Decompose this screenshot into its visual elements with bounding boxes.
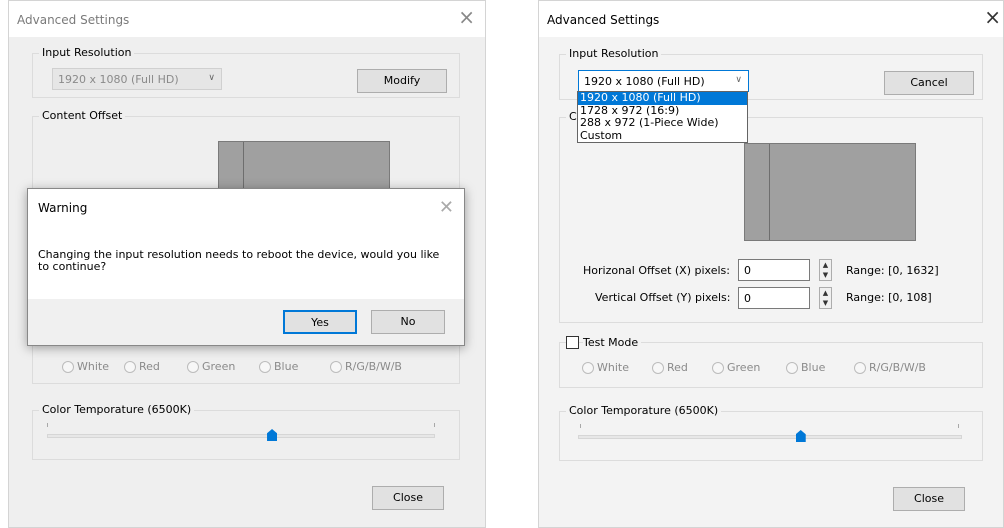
warning-message: Changing the input resolution needs to r… [38,248,440,273]
radio-icon [187,360,199,373]
right-color-temp-group: Color Temporature (6500K) [559,404,983,461]
right-window-title: Advanced Settings [547,13,660,27]
radio-icon [330,360,342,373]
horizontal-offset-stepper[interactable]: ▲ ▼ [819,259,832,281]
right-radio-blue[interactable]: Blue [786,361,825,374]
horizontal-offset-range: Range: [0, 1632] [846,264,939,277]
horizontal-offset-label: Horizonal Offset (X) pixels: [583,264,730,277]
radio-icon [582,361,594,374]
left-window-title: Advanced Settings [17,13,130,27]
right-input-resolution-label: Input Resolution [566,47,662,60]
left-resolution-value: 1920 x 1080 (Full HD) [58,73,179,86]
right-content-offset-group: Co Horizonal Offset (X) pixels: 0 ▲▼ Ran… [559,110,983,323]
vertical-offset-value: 0 [744,292,751,305]
spin-down-icon[interactable]: ▼ [820,270,831,280]
resolution-option[interactable]: 1920 x 1080 (Full HD) [578,91,747,105]
left-color-temp-track [47,434,435,438]
slider-tick-max [434,423,435,427]
radio-icon [124,360,136,373]
cancel-button[interactable]: Cancel [884,71,974,95]
right-radio-rgbwb[interactable]: R/G/B/W/B [854,361,926,374]
right-close-button[interactable]: Close [893,487,965,511]
radio-label: R/G/B/W/B [345,360,402,373]
left-radio-red[interactable]: Red [124,360,160,373]
left-color-temp-group: Color Temporature (6500K) [32,403,460,460]
test-mode-checkbox[interactable] [566,336,579,349]
radio-icon [712,361,724,374]
right-radio-white[interactable]: White [582,361,629,374]
left-radio-green[interactable]: Green [187,360,235,373]
vertical-offset-label: Vertical Offset (Y) pixels: [595,291,731,304]
left-color-temp-thumb[interactable] [267,429,278,441]
radio-label: White [77,360,109,373]
warning-footer: Yes No [28,299,464,345]
right-color-temp-track [578,435,962,439]
slider-tick-max [958,424,959,428]
vertical-offset-input[interactable]: 0 [738,287,810,309]
radio-label: Green [202,360,236,373]
test-mode-label: Test Mode [583,336,642,349]
radio-icon [854,361,866,374]
right-test-mode-group: Test Mode White Red Green Blue R/G/B/W/B [559,336,983,388]
radio-icon [652,361,664,374]
slider-tick-min [580,424,581,428]
resolution-option[interactable]: Custom [578,129,747,143]
radio-icon [786,361,798,374]
resolution-dropdown-list: 1920 x 1080 (Full HD) 1728 x 972 (16:9) … [577,91,748,143]
left-input-resolution-label: Input Resolution [39,46,135,59]
chevron-down-icon: ∨ [735,75,742,85]
radio-icon [62,360,74,373]
spin-down-icon[interactable]: ▼ [820,298,831,308]
left-resolution-select[interactable]: 1920 x 1080 (Full HD) ∨ [52,68,222,90]
left-radio-white[interactable]: White [62,360,109,373]
right-color-temp-label: Color Temporature (6500K) [566,404,722,417]
right-color-temp-thumb[interactable] [795,430,806,442]
left-radio-blue[interactable]: Blue [259,360,298,373]
left-content-offset-label: Content Offset [39,109,126,122]
chevron-down-icon: ∨ [208,73,215,83]
right-resolution-select[interactable]: 1920 x 1080 (Full HD) ∨ [578,70,749,92]
right-radio-red[interactable]: Red [652,361,688,374]
radio-label: Green [727,361,761,374]
resolution-option[interactable]: 288 x 972 (1-Piece Wide) [578,116,747,130]
radio-icon [259,360,271,373]
right-title-bar: Advanced Settings × [539,1,1003,37]
left-close-button[interactable]: Close [372,486,444,510]
radio-label: Blue [801,361,826,374]
warning-dialog: Warning ✕ Changing the input resolution … [27,188,465,346]
radio-label: Red [139,360,160,373]
spin-up-icon[interactable]: ▲ [820,260,831,270]
no-button[interactable]: No [371,310,445,334]
right-settings-window: Advanced Settings × Input Resolution 192… [538,0,1004,528]
left-input-resolution-group: Input Resolution 1920 x 1080 (Full HD) ∨… [32,46,460,98]
yes-button[interactable]: Yes [283,310,357,334]
horizontal-offset-value: 0 [744,264,751,277]
left-color-temp-label: Color Temporature (6500K) [39,403,195,416]
vertical-offset-range: Range: [0, 108] [846,291,932,304]
left-close-icon[interactable]: × [458,5,475,29]
right-close-icon[interactable]: × [984,5,1001,29]
right-radio-green[interactable]: Green [712,361,760,374]
horizontal-offset-input[interactable]: 0 [738,259,810,281]
radio-label: Red [667,361,688,374]
warning-title: Warning [38,201,88,215]
right-offset-preview [744,143,916,241]
spin-up-icon[interactable]: ▲ [820,288,831,298]
vertical-offset-stepper[interactable]: ▲ ▼ [819,287,832,309]
right-offset-preview-window [745,144,770,240]
left-title-bar: Advanced Settings × [9,1,485,37]
radio-label: R/G/B/W/B [869,361,926,374]
modify-button[interactable]: Modify [357,69,447,93]
slider-tick-min [47,423,48,427]
right-resolution-value: 1920 x 1080 (Full HD) [584,75,705,88]
radio-label: White [597,361,629,374]
radio-label: Blue [274,360,299,373]
warning-close-icon[interactable]: ✕ [439,197,454,218]
left-radio-rgbwb[interactable]: R/G/B/W/B [330,360,402,373]
